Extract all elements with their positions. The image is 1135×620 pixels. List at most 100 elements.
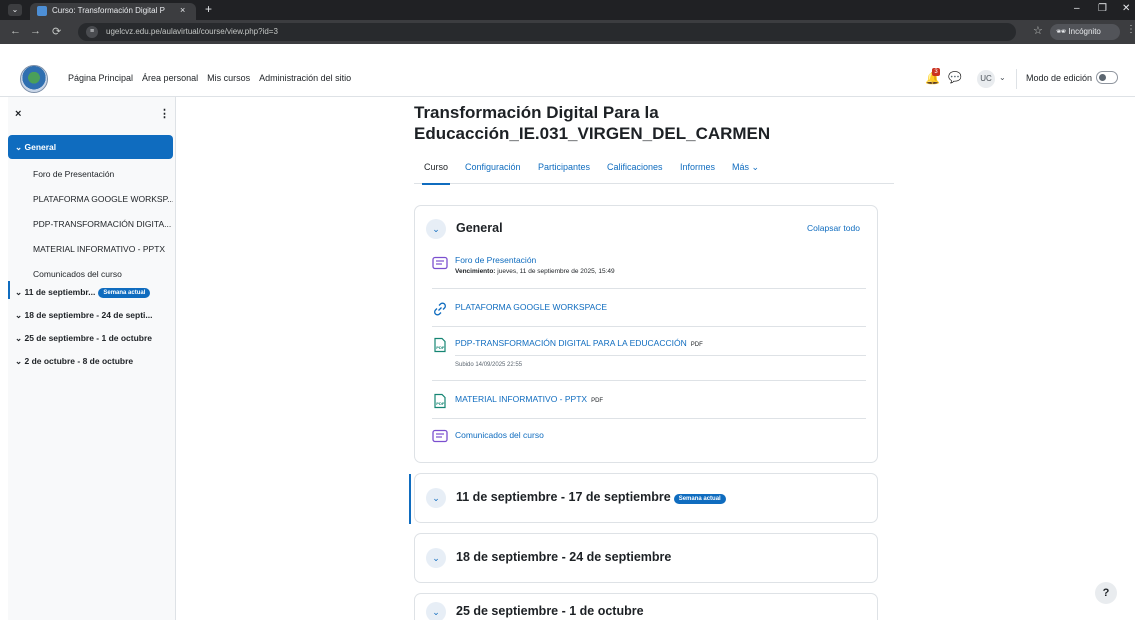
activity-item: PDF PDP-TRANSFORMACIÓN DIGITAL PARA LA E… bbox=[432, 327, 866, 381]
activity-name: PDP-TRANSFORMACIÓN DIGITAL PARA LA EDUCA… bbox=[455, 338, 687, 348]
section-title-week1[interactable]: 11 de septiembre - 17 de septiembre Seman… bbox=[456, 490, 726, 504]
moodle-favicon-icon bbox=[37, 6, 47, 16]
forum-icon bbox=[432, 429, 448, 443]
course-secondary-nav: Curso Configuración Participantes Califi… bbox=[414, 156, 894, 185]
close-drawer-icon[interactable]: × bbox=[15, 108, 21, 120]
notification-count-badge: 3 bbox=[932, 68, 940, 76]
browser-toolbar: ← → ⟳ ≡ ugelcvz.edu.pe/aulavirtual/cours… bbox=[0, 20, 1135, 44]
help-button[interactable]: ? bbox=[1095, 582, 1117, 604]
file-type-label: PDF bbox=[591, 398, 604, 404]
section-title-text: 11 de septiembre - 17 de septiembre bbox=[456, 490, 671, 504]
url-text: ugelcvz.edu.pe/aulavirtual/course/view.p… bbox=[106, 27, 278, 36]
section-general-card: ⌄ General Colapsar todo Foro de Presenta… bbox=[414, 205, 878, 463]
tab-reports[interactable]: Informes bbox=[680, 162, 715, 172]
section-title-week2[interactable]: 18 de septiembre - 24 de septiembre bbox=[456, 550, 671, 564]
activity-item: Comunicados del curso bbox=[432, 419, 866, 457]
activity-name: MATERIAL INFORMATIVO - PPTX bbox=[455, 394, 588, 404]
section-week-card: ⌄ 18 de septiembre - 24 de septiembre bbox=[414, 533, 878, 583]
user-menu-chevron-icon[interactable]: ⌄ bbox=[999, 73, 1006, 82]
activity-link-announcements[interactable]: Comunicados del curso bbox=[455, 430, 544, 440]
course-title: Transformación Digital Para la Educacció… bbox=[414, 103, 771, 143]
pdf-file-icon: PDF bbox=[434, 393, 446, 409]
course-index-section-week2[interactable]: ⌄ 18 de septiembre - 24 de septi... bbox=[15, 310, 173, 321]
current-week-highlight-bar bbox=[409, 474, 411, 524]
nav-home[interactable]: Página Principal bbox=[68, 73, 133, 83]
browser-tab-strip: ⌄ Curso: Transformación Digital P × + – … bbox=[0, 0, 1135, 20]
activity-link-url[interactable]: PLATAFORMA GOOGLE WORKSPACE bbox=[455, 302, 607, 312]
collapse-all-link[interactable]: Colapsar todo bbox=[807, 223, 860, 233]
activity-link-forum[interactable]: Foro de Presentación bbox=[455, 255, 536, 265]
forward-button[interactable]: → bbox=[30, 25, 41, 37]
tab-close-icon[interactable]: × bbox=[180, 5, 185, 15]
reload-button[interactable]: ⟳ bbox=[52, 25, 61, 38]
activity-inner-divider bbox=[455, 355, 866, 356]
due-date-value: jueves, 11 de septiembre de 2025, 15:49 bbox=[495, 268, 615, 275]
site-logo[interactable] bbox=[20, 65, 48, 93]
address-bar[interactable]: ≡ ugelcvz.edu.pe/aulavirtual/course/view… bbox=[78, 23, 1016, 41]
new-tab-button[interactable]: + bbox=[205, 2, 212, 16]
forum-icon bbox=[432, 256, 448, 270]
expand-section-chevron-icon[interactable]: ⌄ bbox=[426, 602, 446, 620]
nav-site-admin[interactable]: Administración del sitio bbox=[259, 73, 351, 83]
section-title[interactable]: General bbox=[456, 221, 503, 235]
window-maximize-button[interactable]: ❐ bbox=[1098, 3, 1107, 14]
current-week-indicator bbox=[8, 281, 10, 299]
upload-date-text: Subido 14/09/2025 22:55 bbox=[455, 362, 523, 368]
expand-section-chevron-icon[interactable]: ⌄ bbox=[426, 548, 446, 568]
site-navbar: Página Principal Área personal Mis curso… bbox=[0, 61, 1135, 97]
course-index-section-week4[interactable]: ⌄ 2 de octubre - 8 de octubre bbox=[15, 356, 173, 367]
course-index-options-icon[interactable]: ⋮ bbox=[159, 107, 170, 120]
back-button[interactable]: ← bbox=[10, 25, 21, 37]
incognito-label: Incógnito bbox=[1068, 27, 1101, 36]
section-week-card: ⌄ 25 de septiembre - 1 de octubre bbox=[414, 593, 878, 620]
course-index-item[interactable]: PLATAFORMA GOOGLE WORKSP... bbox=[33, 194, 173, 204]
expand-section-chevron-icon[interactable]: ⌄ bbox=[426, 488, 446, 508]
course-index-section-week3[interactable]: ⌄ 25 de septiembre - 1 de octubre bbox=[15, 333, 173, 344]
site-info-icon[interactable]: ≡ bbox=[86, 26, 98, 38]
activity-link-material[interactable]: MATERIAL INFORMATIVO - PPTX PDF bbox=[455, 394, 603, 404]
messages-chat-icon[interactable]: 💬 bbox=[948, 71, 962, 84]
course-index-item[interactable]: Foro de Presentación bbox=[33, 169, 173, 179]
nav-my-courses[interactable]: Mis cursos bbox=[207, 73, 250, 83]
due-date-text: Vencimiento: jueves, 11 de septiembre de… bbox=[455, 268, 615, 275]
pdf-file-icon: PDF bbox=[434, 337, 446, 353]
section-title-week3[interactable]: 25 de septiembre - 1 de octubre bbox=[456, 604, 644, 618]
primary-navigation: Página Principal Área personal Mis curso… bbox=[68, 73, 351, 83]
activity-link-pdp[interactable]: PDP-TRANSFORMACIÓN DIGITAL PARA LA EDUCA… bbox=[455, 338, 703, 348]
activity-item: PLATAFORMA GOOGLE WORKSPACE bbox=[432, 289, 866, 327]
section-label: ⌄ 11 de septiembr... bbox=[15, 287, 96, 297]
nav-dashboard[interactable]: Área personal bbox=[142, 73, 198, 83]
current-week-badge: Semana actual bbox=[673, 494, 726, 504]
tab-more[interactable]: Más ⌄ bbox=[732, 162, 759, 173]
course-index-drawer: × ⋮ ⌄ General Foro de Presentación PLATA… bbox=[8, 97, 176, 620]
tab-participants[interactable]: Participantes bbox=[538, 162, 590, 172]
activity-item: Foro de Presentación Vencimiento: jueves… bbox=[432, 252, 866, 289]
edit-mode-label: Modo de edición bbox=[1026, 73, 1093, 83]
navbar-divider bbox=[1016, 69, 1017, 89]
edit-mode-toggle[interactable] bbox=[1096, 71, 1118, 84]
browser-tab-active[interactable]: Curso: Transformación Digital P × bbox=[30, 3, 196, 20]
course-index-item[interactable]: Comunicados del curso bbox=[33, 269, 173, 279]
bookmark-star-icon[interactable]: ☆ bbox=[1033, 24, 1043, 37]
link-icon bbox=[434, 302, 446, 316]
tab-search-button[interactable]: ⌄ bbox=[8, 4, 22, 16]
file-type-label: PDF bbox=[690, 342, 703, 348]
tab-settings[interactable]: Configuración bbox=[465, 162, 521, 172]
tab-course[interactable]: Curso bbox=[421, 162, 451, 185]
browser-tab-title: Curso: Transformación Digital P bbox=[52, 6, 165, 15]
incognito-indicator[interactable]: 🕶 Incógnito bbox=[1050, 24, 1120, 40]
course-index-section-week1[interactable]: ⌄ 11 de septiembr... Semana actual bbox=[15, 287, 173, 298]
course-index-item[interactable]: MATERIAL INFORMATIVO - PPTX bbox=[33, 244, 173, 254]
course-index-general[interactable]: ⌄ General bbox=[8, 135, 173, 159]
due-date-label: Vencimiento: bbox=[455, 268, 496, 275]
course-index-item[interactable]: PDP-TRANSFORMACIÓN DIGITA... bbox=[33, 219, 173, 229]
user-avatar[interactable]: UC bbox=[977, 70, 995, 88]
collapse-section-chevron-icon[interactable]: ⌄ bbox=[426, 219, 446, 239]
svg-text:PDF: PDF bbox=[436, 345, 445, 350]
browser-menu-icon[interactable]: ⋮ bbox=[1126, 24, 1135, 35]
tab-grades[interactable]: Calificaciones bbox=[607, 162, 663, 172]
window-close-button[interactable]: ✕ bbox=[1122, 3, 1130, 14]
window-minimize-button[interactable]: – bbox=[1074, 3, 1080, 14]
section-week-card: ⌄ 11 de septiembre - 17 de septiembre Sem… bbox=[414, 473, 878, 523]
activity-item: PDF MATERIAL INFORMATIVO - PPTX PDF bbox=[432, 381, 866, 419]
